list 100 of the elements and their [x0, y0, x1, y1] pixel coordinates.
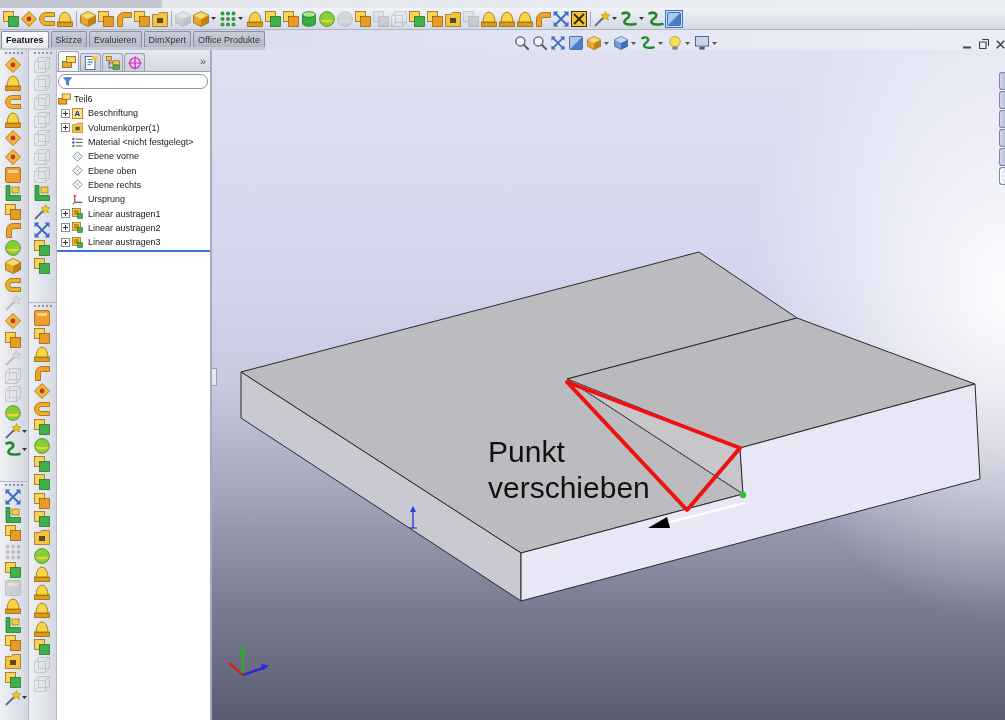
dome-icon[interactable] — [481, 10, 497, 27]
tree-item[interactable]: Volumenkörper(1) — [88, 121, 160, 134]
stacked-squares-icon[interactable] — [34, 456, 50, 473]
tree-item[interactable]: Linear austragen3 — [88, 236, 161, 249]
wand-icon[interactable] — [5, 689, 21, 706]
dome-icon[interactable] — [34, 602, 50, 619]
sphere-icon[interactable] — [5, 240, 21, 257]
task-pane-tab[interactable] — [999, 167, 1005, 185]
command-tab[interactable]: DimXpert — [143, 31, 192, 47]
stacked-squares-icon[interactable] — [34, 510, 50, 527]
square-icon[interactable] — [34, 309, 50, 326]
command-tab[interactable]: Features — [1, 31, 49, 48]
caret-icon[interactable] — [712, 41, 717, 45]
command-tab[interactable]: Skizze — [50, 31, 88, 47]
c-shape-icon[interactable] — [39, 10, 55, 27]
toolbar-gripper[interactable] — [34, 304, 52, 307]
diamond-icon[interactable] — [5, 313, 21, 330]
folder-icon[interactable] — [152, 10, 168, 27]
stacked-squares-icon[interactable] — [34, 492, 50, 509]
dome-icon[interactable] — [517, 10, 533, 27]
diamond-icon[interactable] — [5, 130, 21, 147]
stacked-squares-icon[interactable] — [5, 635, 21, 652]
magnifier-icon[interactable] — [533, 36, 547, 50]
stacked-squares-icon[interactable] — [427, 10, 443, 27]
arrows-icon[interactable] — [553, 10, 569, 27]
stacked-squares-icon[interactable] — [134, 10, 150, 27]
splitter-handle[interactable] — [212, 368, 217, 386]
square-icon[interactable] — [5, 166, 21, 183]
caret-icon[interactable] — [685, 41, 690, 45]
curve-icon[interactable] — [621, 10, 637, 27]
l-shape-icon[interactable] — [5, 616, 21, 633]
stacked-squares-icon[interactable] — [34, 419, 50, 436]
bend-icon[interactable] — [5, 221, 21, 238]
dome-icon[interactable] — [34, 565, 50, 582]
caret-icon[interactable] — [639, 17, 644, 20]
cube-icon[interactable] — [587, 36, 601, 50]
tree-item[interactable]: Beschriftung — [88, 107, 139, 120]
sphere-icon[interactable] — [319, 10, 335, 27]
manager-tab[interactable] — [102, 53, 123, 71]
bulb-icon[interactable] — [668, 36, 682, 50]
folder-icon[interactable] — [445, 10, 461, 27]
curve-icon[interactable] — [5, 441, 21, 458]
caret-icon[interactable] — [22, 429, 27, 433]
diamond-icon[interactable] — [21, 10, 37, 27]
wand-icon[interactable] — [594, 10, 610, 27]
expand-icon[interactable] — [61, 108, 70, 118]
stacked-squares-icon[interactable] — [3, 10, 19, 27]
folder-icon[interactable] — [34, 529, 50, 546]
stacked-squares-icon[interactable] — [34, 474, 50, 491]
caret-icon[interactable] — [22, 447, 27, 451]
task-pane-tab[interactable] — [999, 72, 1005, 90]
caret-icon[interactable] — [612, 17, 617, 20]
dome-icon[interactable] — [34, 346, 50, 363]
stacked-squares-icon[interactable] — [5, 671, 21, 688]
manager-tab[interactable] — [58, 51, 79, 71]
dome-icon[interactable] — [34, 620, 50, 637]
wand-icon[interactable] — [5, 423, 21, 440]
stacked-squares-icon[interactable] — [34, 639, 50, 656]
stacked-squares-icon[interactable] — [34, 328, 50, 344]
caret-icon[interactable] — [631, 41, 636, 45]
close-icon[interactable] — [996, 39, 1005, 49]
caret-icon[interactable] — [238, 17, 243, 20]
diamond-icon[interactable] — [5, 57, 21, 74]
restore-icon[interactable] — [979, 39, 989, 49]
stacked-squares-icon[interactable] — [409, 10, 425, 27]
stacked-squares-icon[interactable] — [5, 525, 21, 542]
l-shape-icon[interactable] — [5, 185, 21, 202]
stacked-squares-icon[interactable] — [34, 258, 50, 275]
bend-icon[interactable] — [34, 364, 50, 381]
bend-icon[interactable] — [535, 10, 551, 27]
expand-icon[interactable] — [61, 223, 70, 233]
bend-icon[interactable] — [116, 10, 132, 27]
caret-icon[interactable] — [658, 41, 663, 45]
cube-icon[interactable] — [5, 258, 21, 275]
expand-icon[interactable] — [61, 209, 70, 218]
arrows-icon[interactable] — [34, 221, 50, 238]
caret-icon[interactable] — [22, 696, 27, 700]
dome-icon[interactable] — [5, 75, 21, 92]
stacked-squares-icon[interactable] — [355, 10, 371, 27]
tree-item[interactable]: Ursprung — [88, 193, 125, 206]
folder-icon[interactable] — [5, 653, 21, 670]
wand-icon[interactable] — [34, 203, 50, 220]
stacked-squares-icon[interactable] — [5, 203, 21, 220]
manager-tab[interactable] — [80, 53, 101, 71]
tree-item[interactable]: Material <nicht festgelegt> — [88, 136, 194, 149]
stacked-squares-icon[interactable] — [283, 10, 299, 27]
c-shape-icon[interactable] — [5, 276, 21, 293]
stacked-squares-icon[interactable] — [5, 331, 21, 348]
more-button[interactable]: » — [199, 54, 206, 67]
cube-icon[interactable] — [614, 36, 628, 50]
manager-tab[interactable] — [124, 53, 145, 71]
c-shape-icon[interactable] — [5, 93, 21, 110]
stacked-squares-icon[interactable] — [5, 561, 21, 578]
task-pane-tab[interactable] — [999, 148, 1005, 166]
dome-icon[interactable] — [34, 584, 50, 601]
tree-item[interactable]: Ebene oben — [88, 164, 137, 177]
dome-icon[interactable] — [57, 10, 73, 27]
magnifier-icon[interactable] — [515, 36, 529, 50]
arrows-icon[interactable] — [551, 36, 565, 50]
expand-icon[interactable] — [61, 123, 70, 133]
